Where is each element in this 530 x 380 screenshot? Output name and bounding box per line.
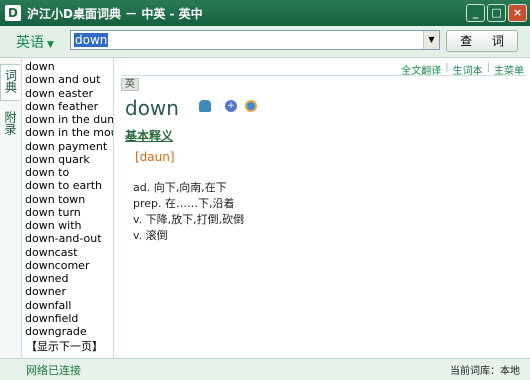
definition-line: v. 滚倒 [133, 229, 168, 242]
tab-dictionary[interactable]: 词典 [0, 64, 20, 101]
tab-appendix[interactable]: 附录 [0, 111, 20, 138]
side-tabs: 词典 附录 [0, 58, 22, 358]
list-item[interactable]: down with [22, 219, 113, 232]
divider [121, 75, 526, 76]
window-title: 沪江小D桌面词典 － 中英 - 英中 [27, 6, 203, 21]
list-item[interactable]: down turn [22, 206, 113, 219]
list-item[interactable]: down easter [22, 87, 113, 100]
list-item[interactable]: down-and-out [22, 232, 113, 245]
list-item[interactable]: downfall [22, 299, 113, 312]
list-item[interactable]: down and out [22, 73, 113, 86]
section-title: 基本释义 [125, 129, 174, 143]
list-item[interactable]: down feather [22, 100, 113, 113]
source-badge: 英 [121, 78, 139, 91]
list-item[interactable]: down payment [22, 140, 113, 153]
list-item[interactable]: down to [22, 166, 113, 179]
status-bar: 网络已连接 当前词库：本地 [0, 358, 530, 380]
search-input[interactable]: down [70, 30, 440, 50]
list-item[interactable]: downed [22, 272, 113, 285]
ie-icon[interactable] [245, 100, 257, 112]
dictionary-status: 当前词库：本地 [450, 366, 520, 377]
list-item[interactable]: down in the mouth [22, 126, 113, 139]
headword: down [125, 96, 179, 120]
list-item[interactable]: down to earth [22, 179, 113, 192]
add-icon[interactable]: + [225, 100, 237, 112]
definition-line: v. 下降,放下,打倒,砍倒 [133, 213, 245, 226]
list-item[interactable]: downcomer [22, 259, 113, 272]
phonetic: [daun] [135, 150, 175, 164]
search-value: down [74, 33, 109, 47]
definition-line: ad. 向下,向南,在下 [133, 181, 227, 194]
language-selector[interactable]: 英语 ▼ [16, 32, 54, 52]
list-item[interactable]: downgrade [22, 325, 113, 338]
speaker-icon[interactable] [199, 100, 211, 112]
window-controls: _ □ × [466, 4, 527, 22]
list-item[interactable]: downer [22, 285, 113, 298]
list-item[interactable]: downfield [22, 312, 113, 325]
language-label: 英语 [16, 35, 44, 51]
list-item[interactable]: down in the dumps [22, 113, 113, 126]
app-d-icon: D [5, 5, 21, 21]
definition-panel: 全文翻译 | 生词本 | 主菜单 英 down + 基本释义 [daun] ad. … [115, 58, 530, 358]
list-item[interactable]: down town [22, 193, 113, 206]
next-page-link[interactable]: 【显示下一页】 [26, 338, 103, 354]
chevron-down-icon: ▼ [47, 40, 54, 50]
list-item[interactable]: down [22, 60, 113, 73]
tab-appendix-label: 附录 [3, 111, 17, 135]
history-dropdown-button[interactable]: ▼ [423, 31, 439, 49]
network-status: 网络已连接 [26, 364, 81, 377]
title-bar: D 沪江小D桌面词典 － 中英 - 英中 _ □ × [0, 0, 530, 26]
list-item[interactable]: down quark [22, 153, 113, 166]
definition-line: prep. 在……下,沿着 [133, 197, 235, 210]
tab-dictionary-label: 词典 [3, 69, 18, 93]
close-button[interactable]: × [508, 4, 527, 22]
query-button[interactable]: 查 词 [446, 30, 518, 52]
search-toolbar: 英语 ▼ down ▼ 查 词 [0, 26, 530, 58]
maximize-button[interactable]: □ [487, 4, 506, 22]
list-item[interactable]: downcast [22, 246, 113, 259]
minimize-button[interactable]: _ [466, 4, 485, 22]
word-list: down down and out down easter down feath… [22, 58, 114, 358]
